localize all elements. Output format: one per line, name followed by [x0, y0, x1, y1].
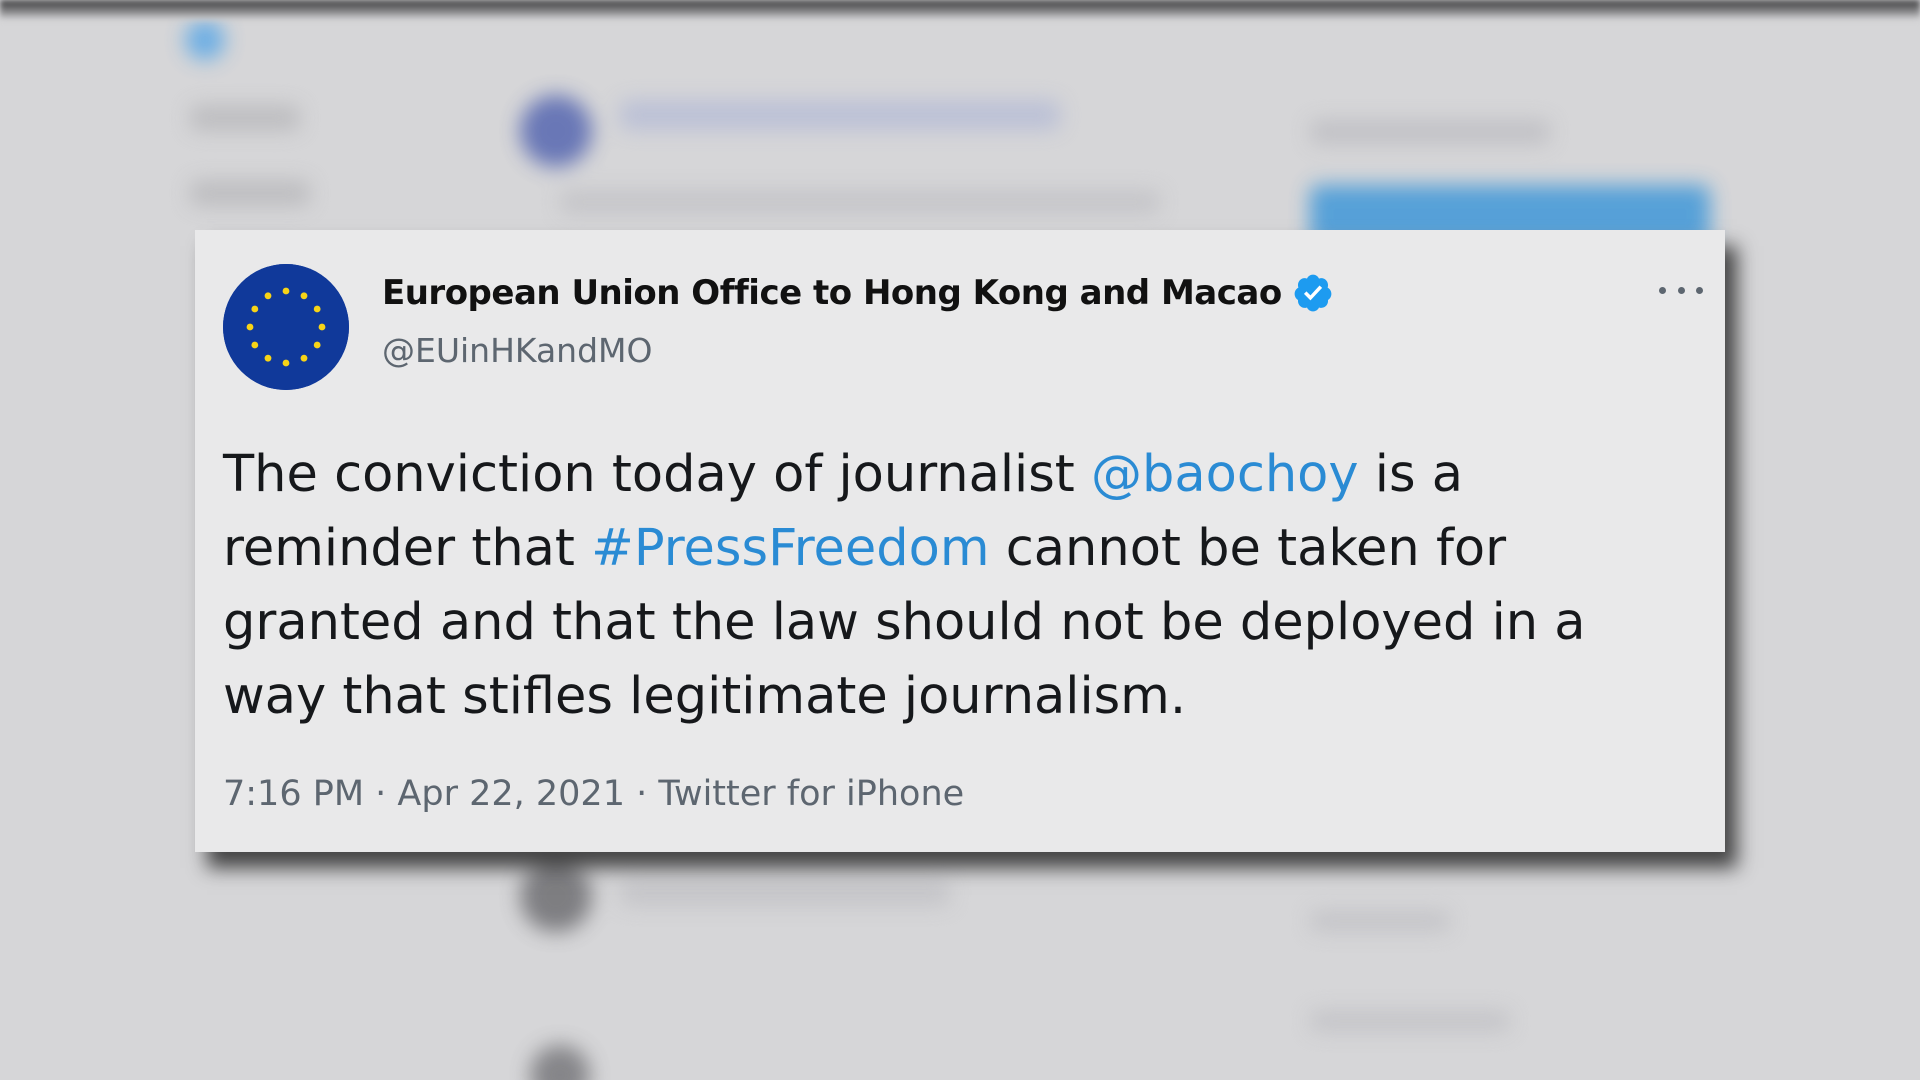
eu-star [282, 359, 290, 367]
bg-side-line [1310, 1010, 1510, 1032]
more-dot [1677, 286, 1685, 294]
more-options-icon[interactable] [1659, 280, 1703, 300]
eu-star [251, 341, 259, 349]
author-name-row[interactable]: European Union Office to Hong Kong and M… [382, 272, 1334, 314]
author-name[interactable]: European Union Office to Hong Kong and M… [382, 273, 1282, 313]
verified-badge-icon [1292, 272, 1334, 314]
eu-star [264, 354, 272, 362]
bg-tweet-line [560, 190, 1160, 214]
bg-avatar-icon [520, 95, 592, 167]
top-edge-shadow [0, 0, 1920, 20]
tweet-source[interactable]: Twitter for iPhone [658, 774, 964, 814]
meta-separator: · [364, 774, 398, 814]
bg-side-line [1310, 910, 1450, 932]
tweet-text: The conviction today of journalist @baoc… [223, 438, 1693, 734]
bg-avatar-icon [520, 860, 592, 932]
meta-separator: · [624, 774, 659, 814]
more-dot [1659, 286, 1666, 294]
eu-star [264, 292, 272, 300]
eu-flag-icon[interactable] [223, 264, 349, 390]
bg-nav-item [190, 180, 310, 206]
eu-star [300, 354, 308, 362]
bg-tweet-line [620, 880, 950, 906]
bg-nav-item [190, 105, 300, 131]
eu-star [313, 341, 321, 349]
tweet-meta: 7:16 PM · Apr 22, 2021 · Twitter for iPh… [223, 774, 964, 814]
screenshot-stage: European Union Office to Hong Kong and M… [0, 0, 1920, 1080]
eu-star [246, 323, 254, 331]
eu-star [318, 323, 326, 331]
tweet-card[interactable]: European Union Office to Hong Kong and M… [195, 230, 1725, 852]
eu-star [251, 305, 259, 313]
tweet-text-part: The conviction today of journalist [223, 445, 1091, 504]
hashtag-link[interactable]: #PressFreedom [591, 519, 989, 578]
bg-avatar-icon [530, 1045, 590, 1080]
bg-logo-icon [185, 20, 225, 60]
eu-star [300, 292, 308, 300]
tweet-date[interactable]: Apr 22, 2021 [397, 774, 625, 814]
tweet-time[interactable]: 7:16 PM [223, 774, 364, 814]
mention-link[interactable]: @baochoy [1091, 445, 1359, 504]
bg-tweet-header [620, 100, 1060, 130]
author-handle[interactable]: @EUinHKandMO [382, 331, 653, 370]
eu-flag-graphic [223, 264, 349, 390]
eu-star [313, 305, 321, 313]
more-dot [1696, 286, 1703, 294]
eu-star [282, 287, 290, 295]
bg-side-line [1310, 120, 1550, 144]
